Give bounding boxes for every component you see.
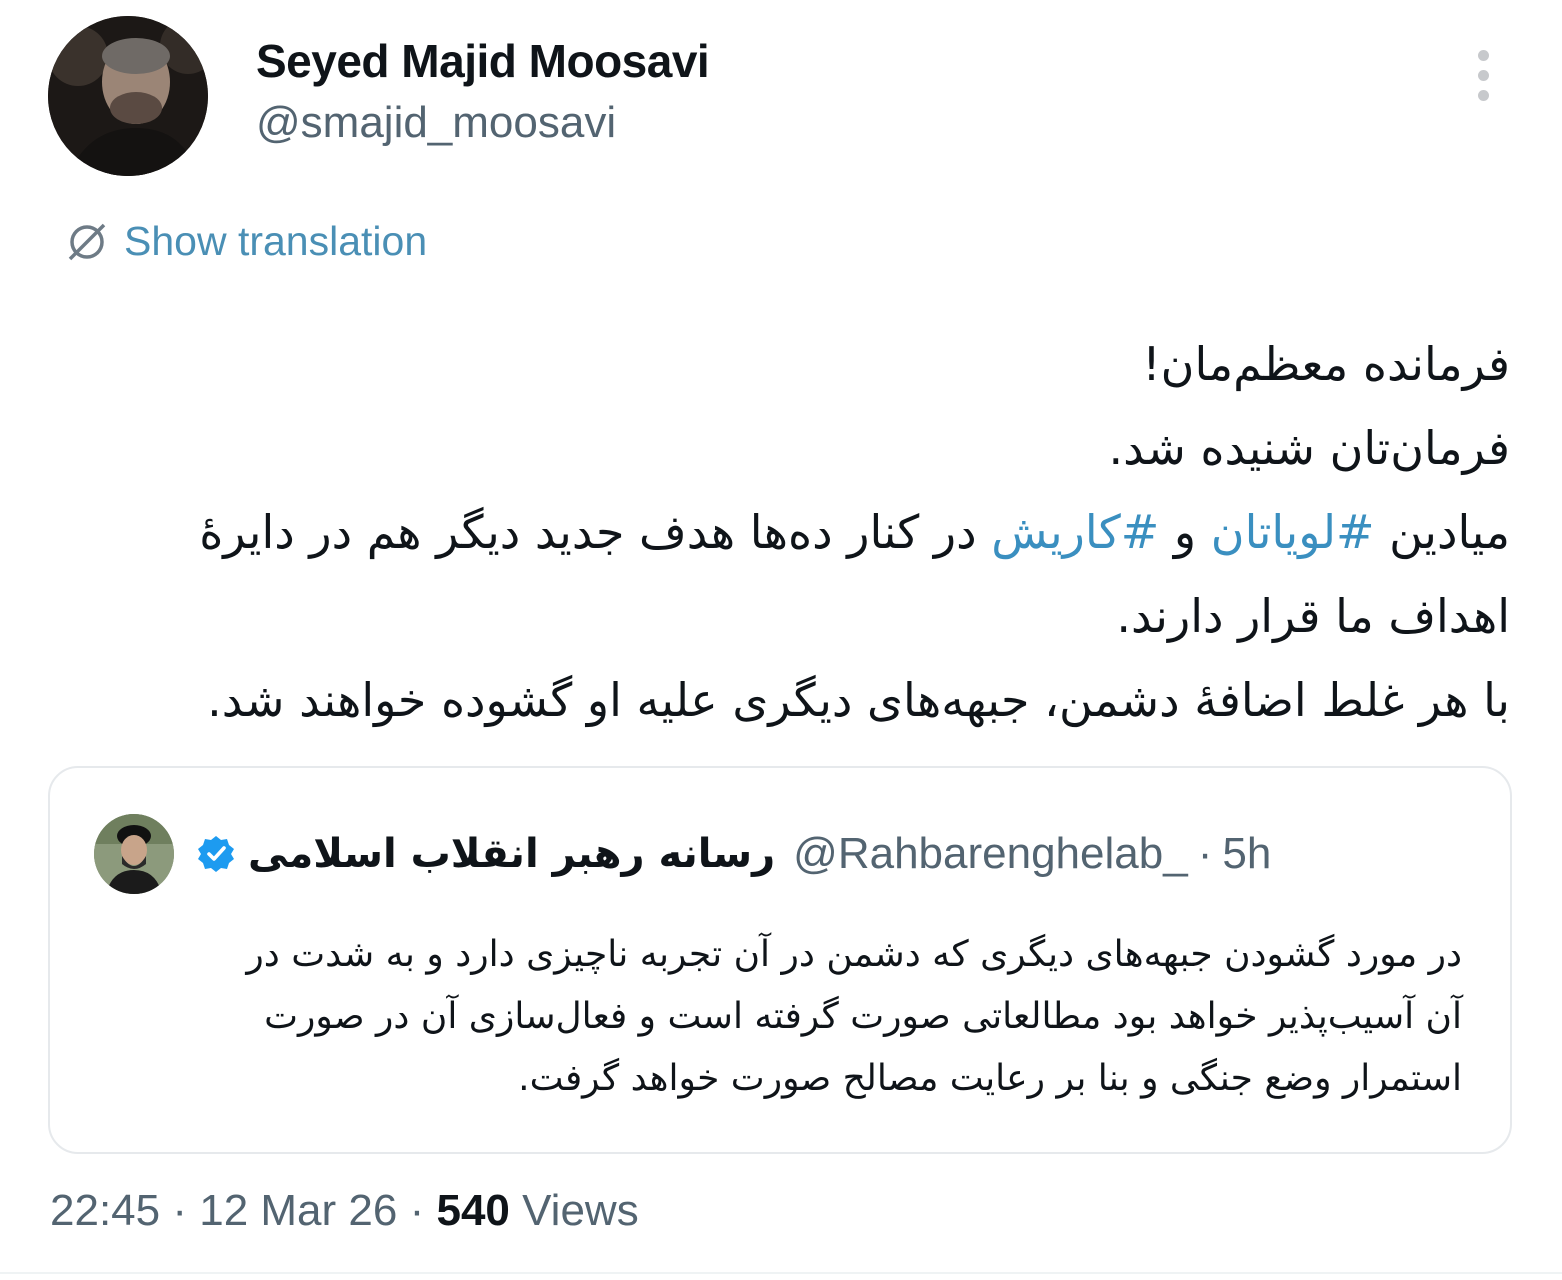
tweet-text-fragment: میادین — [1374, 505, 1510, 559]
tweet-text: فرمانده معظم‌مان! فرمان‌تان شنیده شد. می… — [70, 322, 1510, 742]
views-label: Views — [522, 1186, 639, 1235]
tweet-line: میادین #لویاتان و #کاریش در کنار ده‌ها ه… — [70, 490, 1510, 574]
quoted-tweet-line: در مورد گشودن جبهه‌های دیگری که دشمن در … — [246, 934, 1462, 975]
tweet-line: فرمان‌تان شنیده شد. — [1108, 421, 1510, 475]
tweet-text-fragment: و — [1159, 505, 1211, 559]
quoted-tweet-card[interactable]: رسانه رهبر انقلاب اسلامی @Rahbarenghelab… — [48, 766, 1512, 1154]
author-handle[interactable]: @smajid_moosavi — [256, 98, 616, 148]
quoted-tweet-line: آن آسیب‌پذیر خواهد بود مطالعاتی صورت گرف… — [264, 996, 1462, 1037]
author-photo — [48, 16, 208, 176]
show-translation-label: Show translation — [124, 218, 428, 264]
dot — [1477, 90, 1489, 101]
quoted-tweet-line: استمرار وضع جنگی و بنا بر رعایت مصالح صو… — [518, 1058, 1462, 1099]
globe-icon — [68, 223, 106, 260]
dot — [1477, 50, 1489, 61]
quoted-tweet-time[interactable]: 5h — [1222, 829, 1271, 879]
bottom-divider — [0, 1272, 1562, 1274]
separator-dot: · — [172, 1186, 187, 1235]
views-count[interactable]: 540 — [436, 1186, 509, 1235]
tweet-line: فرمانده معظم‌مان! — [1142, 337, 1510, 391]
quoted-tweet-text: در مورد گشودن جبهه‌های دیگری که دشمن در … — [92, 924, 1462, 1110]
tweet-line: اهداف ما قرار دارند. — [1116, 589, 1510, 643]
quoted-author-handle[interactable]: @Rahbarenghelab_ — [793, 829, 1188, 879]
separator-dot: · — [1197, 829, 1213, 878]
hashtag-link[interactable]: #لویاتان — [1211, 505, 1375, 559]
tweet-metadata: 22:45 · 12 Mar 26 · 540 Views — [50, 1186, 639, 1236]
quoted-author-photo — [94, 814, 174, 894]
tweet-line: با هر غلط اضافهٔ دشمن، جبهه‌های دیگری عل… — [207, 673, 1510, 727]
author-avatar[interactable] — [48, 16, 208, 176]
dot — [1477, 70, 1489, 81]
tweet-text-fragment: در کنار ده‌ها هدف جدید دیگر هم در دایرهٔ — [199, 505, 992, 559]
tweet-date[interactable]: 12 Mar 26 — [199, 1186, 397, 1235]
verified-badge-icon — [198, 836, 234, 872]
tweet-time[interactable]: 22:45 — [50, 1186, 160, 1235]
more-options-button[interactable] — [1466, 50, 1500, 110]
quoted-tweet-header: رسانه رهبر انقلاب اسلامی @Rahbarenghelab… — [94, 812, 1271, 896]
quoted-author-name[interactable]: رسانه رهبر انقلاب اسلامی — [248, 831, 775, 877]
quoted-author-avatar[interactable] — [94, 814, 174, 894]
separator-dot: · — [409, 1186, 425, 1235]
tweet-page: Seyed Majid Moosavi @smajid_moosavi Show… — [0, 0, 1562, 1280]
hashtag-link[interactable]: #کاریش — [991, 505, 1159, 559]
show-translation-link[interactable]: Show translation — [64, 218, 427, 265]
author-display-name[interactable]: Seyed Majid Moosavi — [256, 34, 710, 88]
